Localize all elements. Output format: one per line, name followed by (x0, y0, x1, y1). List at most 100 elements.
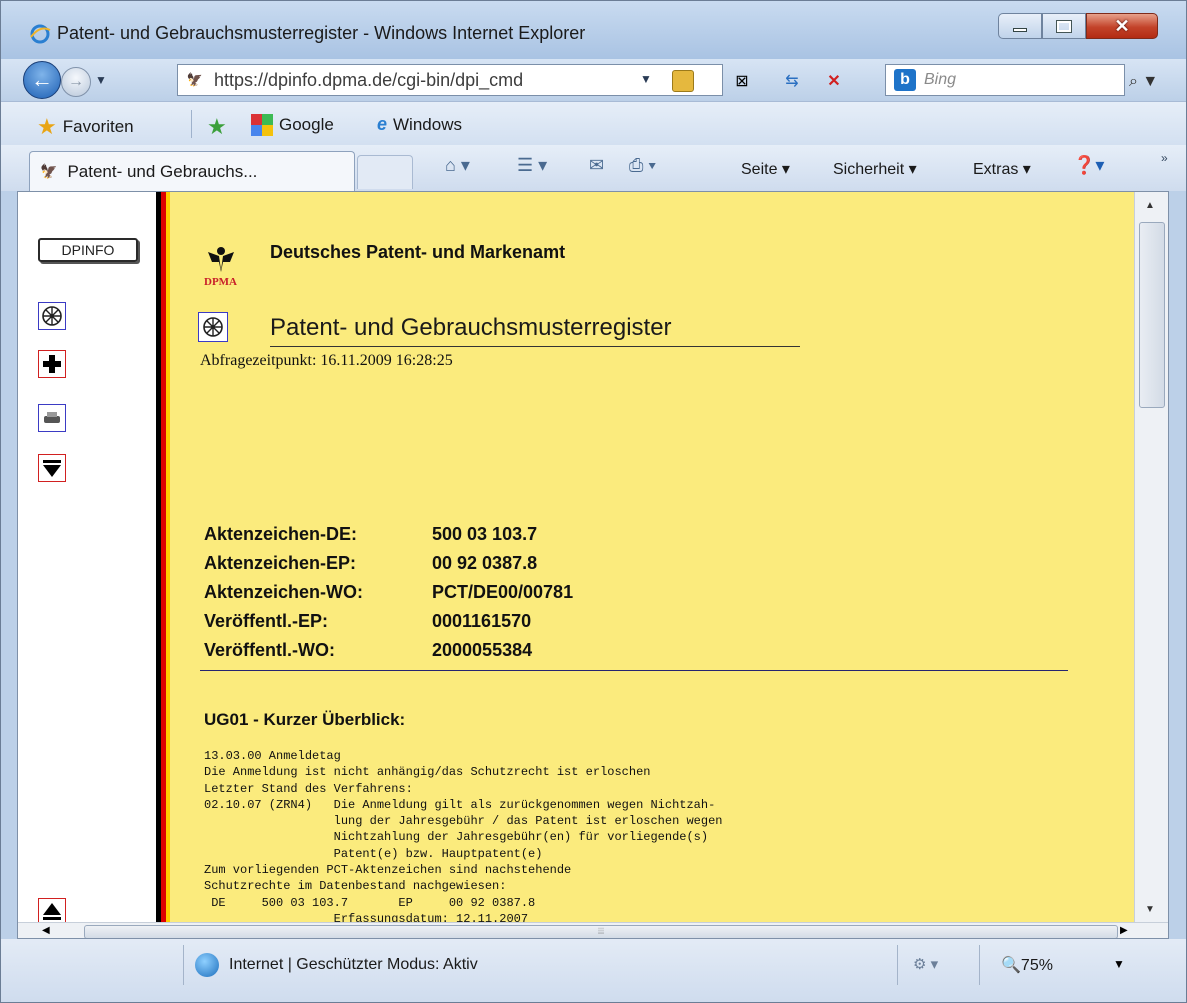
close-icon: ✕ (1114, 15, 1130, 36)
extras-menu[interactable]: Extras ▾ (973, 159, 1031, 179)
vertical-scrollbar[interactable]: ▲ ▼ (1134, 192, 1168, 922)
new-tab-button[interactable] (357, 155, 413, 189)
chevron-more-icon[interactable]: » (1161, 151, 1168, 165)
minimize-button[interactable] (998, 13, 1042, 39)
refresh-icon[interactable]: ⇆ (779, 69, 805, 93)
tab-active[interactable]: 🦅 Patent- und Gebrauchs... (29, 151, 355, 191)
register-nav-button[interactable] (38, 302, 66, 330)
site-favicon-icon: 🦅 (40, 163, 58, 179)
file-number-label: Aktenzeichen-WO: (204, 582, 364, 602)
favorite-link-label: Google (279, 115, 334, 134)
scroll-left-arrow-icon[interactable]: ◀ (42, 925, 50, 936)
section-title: UG01 - Kurzer Überblick: (204, 710, 406, 729)
status-separator (979, 945, 980, 985)
file-number-value: 00 92 0387.8 (432, 553, 538, 573)
google-icon (251, 114, 273, 136)
file-number-label: Veröffentl.-EP: (204, 611, 329, 631)
compatibility-view-icon[interactable]: ⊠ (729, 69, 755, 93)
zoom-dropdown-icon[interactable]: ▼ (1113, 957, 1125, 971)
overview-text: 13.03.00 Anmeldetag Die Anmeldung ist nic… (204, 748, 722, 927)
scroll-down-button[interactable] (38, 454, 66, 482)
file-number-label: Aktenzeichen-DE: (204, 524, 358, 544)
office-name: Deutsches Patent- und Markenamt (270, 242, 566, 262)
extras-menu-label: Extras (973, 161, 1019, 178)
scroll-right-arrow-icon[interactable]: ▶ (1120, 925, 1128, 936)
stop-icon[interactable]: ✕ (821, 69, 847, 93)
feeds-icon[interactable]: ☰ ▾ (517, 155, 547, 176)
query-timestamp: Abfragezeitpunkt: 16.11.2009 16:28:25 (200, 352, 453, 369)
forward-button[interactable]: → (61, 67, 91, 97)
arrow-up-icon (43, 903, 61, 920)
file-number-row: Aktenzeichen-DE: 500 03 103.7 (204, 524, 537, 545)
register-icon-button[interactable] (198, 312, 228, 342)
overview-line: Patent(e) bzw. Hauptpatent(e) (204, 846, 543, 861)
overview-line: Nichtzahlung der Jahresgebühr(en) für vo… (204, 830, 709, 845)
horizontal-scrollbar[interactable]: ◀ ⦙⦙⦙ ▶ (18, 922, 1168, 938)
overview-line: Letzter Stand des Verfahrens: (204, 781, 413, 796)
maximize-button[interactable] (1042, 13, 1086, 39)
maximize-icon (1056, 19, 1072, 33)
scroll-up-arrow-icon[interactable]: ▲ (1145, 200, 1155, 211)
page-menu[interactable]: Seite ▾ (741, 159, 790, 179)
home-icon[interactable]: ⌂ ▾ (445, 155, 470, 176)
security-lock-icon[interactable] (672, 70, 694, 92)
zoom-level[interactable]: 🔍75% (1001, 955, 1053, 975)
vertical-scroll-thumb[interactable] (1139, 222, 1165, 408)
favorites-bar: ★ Favoriten ★ Google e Windows (1, 101, 1186, 145)
file-number-value: 500 03 103.7 (432, 524, 538, 544)
ie-page-icon: e (377, 114, 388, 134)
file-number-label: Veröffentl.-WO: (204, 640, 335, 660)
tab-label: Patent- und Gebrauchs... (67, 161, 258, 181)
printer-icon (44, 412, 60, 423)
federal-eagle-icon (208, 247, 234, 272)
page-menu-label: Seite (741, 161, 778, 178)
recent-pages-dropdown[interactable]: ▼ (95, 73, 107, 87)
protected-mode-icon[interactable]: ⚙ ▾ (913, 955, 938, 973)
scroll-down-arrow-icon[interactable]: ▼ (1145, 904, 1155, 915)
favorite-link-label: Windows (393, 114, 462, 134)
favorite-link-windows[interactable]: e Windows (377, 114, 462, 135)
status-separator (183, 945, 184, 985)
print-icon[interactable]: ⎙ ▾ (629, 155, 656, 176)
favorites-label: Favoriten (62, 117, 134, 136)
close-button[interactable]: ✕ (1086, 13, 1158, 39)
star-icon: ★ (37, 114, 57, 139)
print-page-button[interactable] (38, 404, 66, 432)
add-favorite-button[interactable]: ★ (207, 114, 233, 140)
address-url[interactable]: https://dpinfo.dpma.de/cgi-bin/dpi_cmd (214, 70, 624, 91)
search-icon[interactable]: ⌕ ▼ (1129, 73, 1158, 91)
window-title: Patent- und Gebrauchsmusterregister - Wi… (57, 23, 586, 43)
minimize-icon (1013, 28, 1027, 32)
file-number-value: 2000055384 (432, 640, 533, 660)
back-arrow-icon: ← (31, 67, 53, 92)
zoom-value: 75% (1020, 957, 1053, 974)
tab-command-bar: 🦅 Patent- und Gebrauchs... ⌂ ▾ ☰ ▾ ✉ ⎙ ▾… (1, 145, 1186, 191)
favorite-link-google[interactable]: Google (251, 114, 334, 136)
security-menu[interactable]: Sicherheit ▾ (833, 159, 917, 179)
expand-button[interactable] (38, 350, 66, 378)
address-dropdown-icon[interactable]: ▼ (640, 72, 652, 86)
title-underline (270, 346, 800, 347)
security-zone-text: Internet | Geschützter Modus: Aktiv (229, 956, 478, 973)
file-number-row: Aktenzeichen-WO: PCT/DE00/00781 (204, 582, 573, 603)
register-main-frame: DPMA Deutsches Patent- und Markenamt Pat… (170, 192, 1134, 938)
dpinfo-button[interactable]: DPINFO (38, 238, 138, 262)
site-favicon-icon: 🦅 (186, 72, 204, 87)
mail-icon[interactable]: ✉ (589, 155, 604, 176)
horizontal-scroll-thumb[interactable]: ⦙⦙⦙ (84, 925, 1118, 938)
overview-line: Zum vorliegenden PCT-Aktenzeichen sind n… (204, 863, 572, 878)
address-bar[interactable]: 🦅 https://dpinfo.dpma.de/cgi-bin/dpi_cmd… (177, 64, 723, 96)
search-input[interactable]: b Bing (885, 64, 1125, 96)
wheel-icon (203, 317, 223, 337)
forward-arrow-icon: → (68, 73, 84, 90)
title-bar: Patent- und Gebrauchsmusterregister - Wi… (1, 1, 1186, 59)
zoom-icon: 🔍 (1001, 957, 1021, 974)
overview-line: 02.10.07 (ZRN4) Die Anmeldung gilt als z… (204, 797, 716, 812)
plus-icon (43, 355, 61, 373)
help-icon[interactable]: ❓▾ (1073, 155, 1104, 176)
back-button[interactable]: ← (23, 61, 61, 99)
arrow-down-icon (43, 460, 61, 477)
browser-window: Patent- und Gebrauchsmusterregister - Wi… (0, 0, 1187, 1003)
file-number-row: Veröffentl.-WO: 2000055384 (204, 640, 532, 661)
favorites-button[interactable]: ★ Favoriten (37, 114, 134, 140)
